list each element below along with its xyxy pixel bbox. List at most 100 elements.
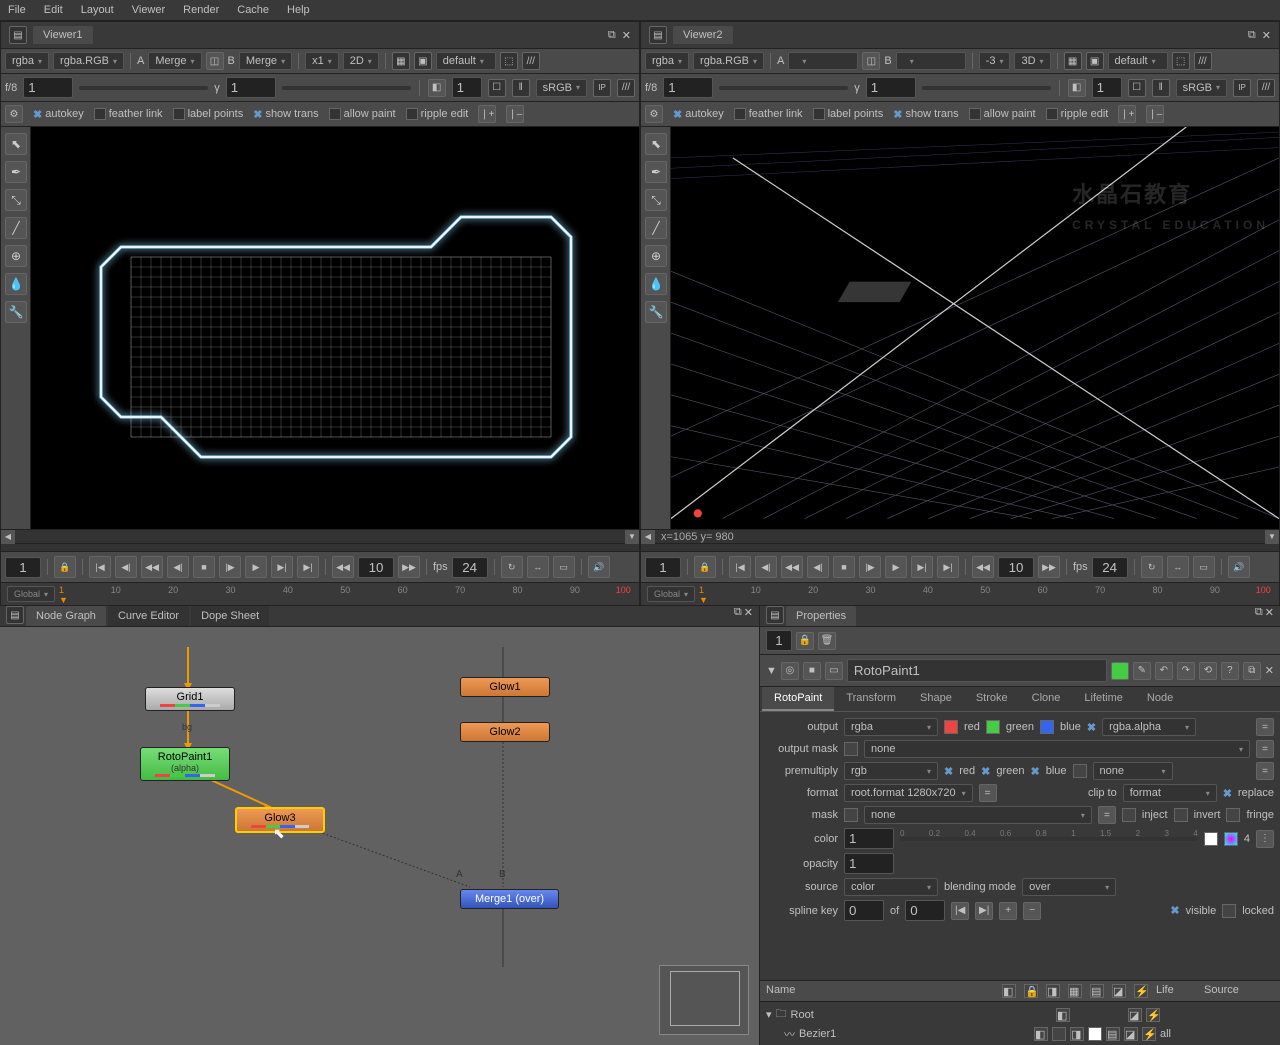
viewer1-dimension-dropdown[interactable]: 2D (343, 52, 379, 70)
mask-eq-icon[interactable]: = (1098, 806, 1116, 824)
viewer1-merge-b-dropdown[interactable]: Merge (239, 52, 292, 70)
lock-icon[interactable]: 🔒 (54, 556, 76, 578)
next-key-button[interactable]: ▶| (911, 556, 933, 578)
tab-dopesheet[interactable]: Dope Sheet (191, 606, 269, 626)
select-tool-icon[interactable]: ⬉ (645, 133, 667, 155)
locked-check[interactable]: locked (1242, 905, 1274, 917)
viewer2-channels-dropdown[interactable]: rgba (645, 52, 689, 70)
check-icon[interactable] (94, 108, 106, 120)
addpoint-tool-icon[interactable]: ⊕ (645, 245, 667, 267)
menu-file[interactable]: File (8, 4, 26, 16)
format-eq-icon[interactable]: = (979, 784, 997, 802)
blur-tool-icon[interactable]: 💧 (5, 273, 27, 295)
menu-render[interactable]: Render (183, 4, 219, 16)
col-blend-icon[interactable]: ◪ (1112, 984, 1126, 998)
collapse-icon[interactable]: ▼ (766, 665, 777, 677)
skip-back-button[interactable]: ◀◀ (972, 556, 994, 578)
viewer1-layer-dropdown[interactable]: rgba.RGB (53, 52, 124, 70)
viewer1-gear-icon[interactable]: ⚙ (5, 105, 23, 123)
blur-tool-icon[interactable]: 💧 (645, 273, 667, 295)
format-dropdown[interactable]: root.format 1280x720 (844, 784, 973, 802)
skip-input[interactable] (998, 557, 1034, 578)
viewer1-opt1-icon[interactable]: ☐ (488, 79, 506, 97)
check-icon[interactable] (406, 108, 418, 120)
viewer1-cliptest-icon[interactable]: ◧ (428, 79, 446, 97)
stop-button[interactable]: ■ (193, 556, 215, 578)
viewer2-ripple-check[interactable]: ripple edit (1061, 108, 1109, 120)
viewer1-frame-input[interactable] (452, 77, 482, 98)
float-icon[interactable]: ⧉ (1243, 662, 1261, 680)
output-dropdown[interactable]: rgba (844, 718, 938, 736)
tree-row-root[interactable]: ▾ 🗀 Root ◧ ◪ ⚡ (766, 1004, 1274, 1025)
node-glow2[interactable]: Glow2 (460, 722, 550, 742)
pen-tool-icon[interactable]: ✒ (645, 161, 667, 183)
invert-check[interactable]: invert (1194, 809, 1221, 821)
viewer2-viewport[interactable]: 水晶石教育CRYSTAL EDUCATION (671, 127, 1279, 529)
viewer1-colorspace-dropdown[interactable]: sRGB (536, 79, 587, 97)
viewer2-cliptest-icon[interactable]: ◧ (1068, 79, 1086, 97)
col-life[interactable]: Life (1156, 984, 1196, 998)
menu-edit[interactable]: Edit (44, 4, 63, 16)
color-swatch-icon[interactable] (1204, 832, 1218, 846)
panel-menu-icon[interactable]: ▤ (6, 606, 24, 624)
check-icon[interactable] (173, 108, 185, 120)
play-back-button[interactable]: ◀◀ (781, 556, 803, 578)
stop-button[interactable]: ■ (833, 556, 855, 578)
premultiply-alpha-dropdown[interactable]: none (1093, 762, 1173, 780)
prev-key-button[interactable]: ◀| (115, 556, 137, 578)
viewer1-close-icon[interactable]: ✕ (622, 29, 631, 42)
fps-input[interactable] (1092, 557, 1128, 578)
viewer2-colorpicker-icon[interactable]: ⬚ (1172, 52, 1190, 70)
skip-fwd-button[interactable]: ▶▶ (398, 556, 420, 578)
next-key-button[interactable]: ▶| (271, 556, 293, 578)
loop-button[interactable]: ↻ (501, 556, 523, 578)
viewer2-float-icon[interactable]: ⧉ (1248, 29, 1256, 42)
dodge-tool-icon[interactable]: 🔧 (645, 301, 667, 323)
node-name-input[interactable] (847, 659, 1107, 682)
last-frame-button[interactable]: ▶| (937, 556, 959, 578)
prev-key-icon[interactable]: |◀ (951, 902, 969, 920)
tree-row-bezier1[interactable]: 〰 Bezier1 ◧ ◨ ▤ ◪ ⚡ all (766, 1025, 1274, 1043)
viewer2-blank-b-dropdown[interactable] (896, 52, 966, 70)
step-back-button[interactable]: ◀| (807, 556, 829, 578)
col-name[interactable]: Name (766, 984, 994, 998)
viewer1-menu-icon[interactable]: ▤ (9, 26, 27, 44)
outputmask-dropdown[interactable]: none (864, 740, 1250, 758)
node-color-icon[interactable]: ■ (803, 662, 821, 680)
opacity-value-input[interactable] (844, 853, 894, 874)
fps-input[interactable] (452, 557, 488, 578)
viewer2-proxy-icon[interactable]: ▦ (1064, 52, 1082, 70)
redo-icon[interactable]: ↷ (1177, 662, 1195, 680)
step-back-button[interactable]: ◀| (167, 556, 189, 578)
tab-curveeditor[interactable]: Curve Editor (108, 606, 189, 626)
viewer1-roi-icon[interactable]: ▣ (414, 52, 432, 70)
channels-eq-icon[interactable]: = (1256, 740, 1274, 758)
node-grid1[interactable]: Grid1 (145, 687, 235, 711)
range-button[interactable]: ▭ (553, 556, 575, 578)
viewer2-stripes-icon[interactable]: /// (1194, 52, 1212, 70)
tab-properties[interactable]: Properties (786, 606, 856, 626)
add-key-icon[interactable]: + (999, 902, 1017, 920)
viewer2-addkey-icon[interactable]: ❘+ (1118, 105, 1136, 123)
tab-nodegraph[interactable]: Node Graph (26, 606, 106, 626)
color-slider[interactable]: 00.20.40.60.811.5234 (900, 837, 1198, 841)
source-dropdown[interactable]: color (844, 878, 938, 896)
lock-icon[interactable]: 🔒 (694, 556, 716, 578)
prev-key-button[interactable]: ◀| (755, 556, 777, 578)
node-rotopaint1[interactable]: RotoPaint1(alpha) (140, 747, 230, 781)
red-swatch-icon[interactable] (944, 720, 958, 734)
skip-back-button[interactable]: ◀◀ (332, 556, 354, 578)
menu-viewer[interactable]: Viewer (132, 4, 165, 16)
prop-tab-node[interactable]: Node (1135, 687, 1185, 711)
viewer2-wipe-icon[interactable]: ◫ (862, 52, 880, 70)
viewer1-timeline[interactable] (1, 543, 639, 551)
node-enable-icon[interactable]: ▭ (825, 662, 843, 680)
fringe-check[interactable]: fringe (1246, 809, 1274, 821)
viewer1-tab[interactable]: Viewer1 (33, 26, 93, 44)
viewer2-pause-icon[interactable]: ‖ (1152, 79, 1170, 97)
viewer2-ruler[interactable]: Global 1▼ 10 20 30 40 50 60 70 80 90 100 (641, 583, 1279, 605)
viewer1-ripple-check[interactable]: ripple edit (421, 108, 469, 120)
col-color-icon[interactable]: ▦ (1068, 984, 1082, 998)
color-value-input[interactable] (844, 828, 894, 849)
speaker-icon[interactable]: 🔊 (1228, 556, 1250, 578)
